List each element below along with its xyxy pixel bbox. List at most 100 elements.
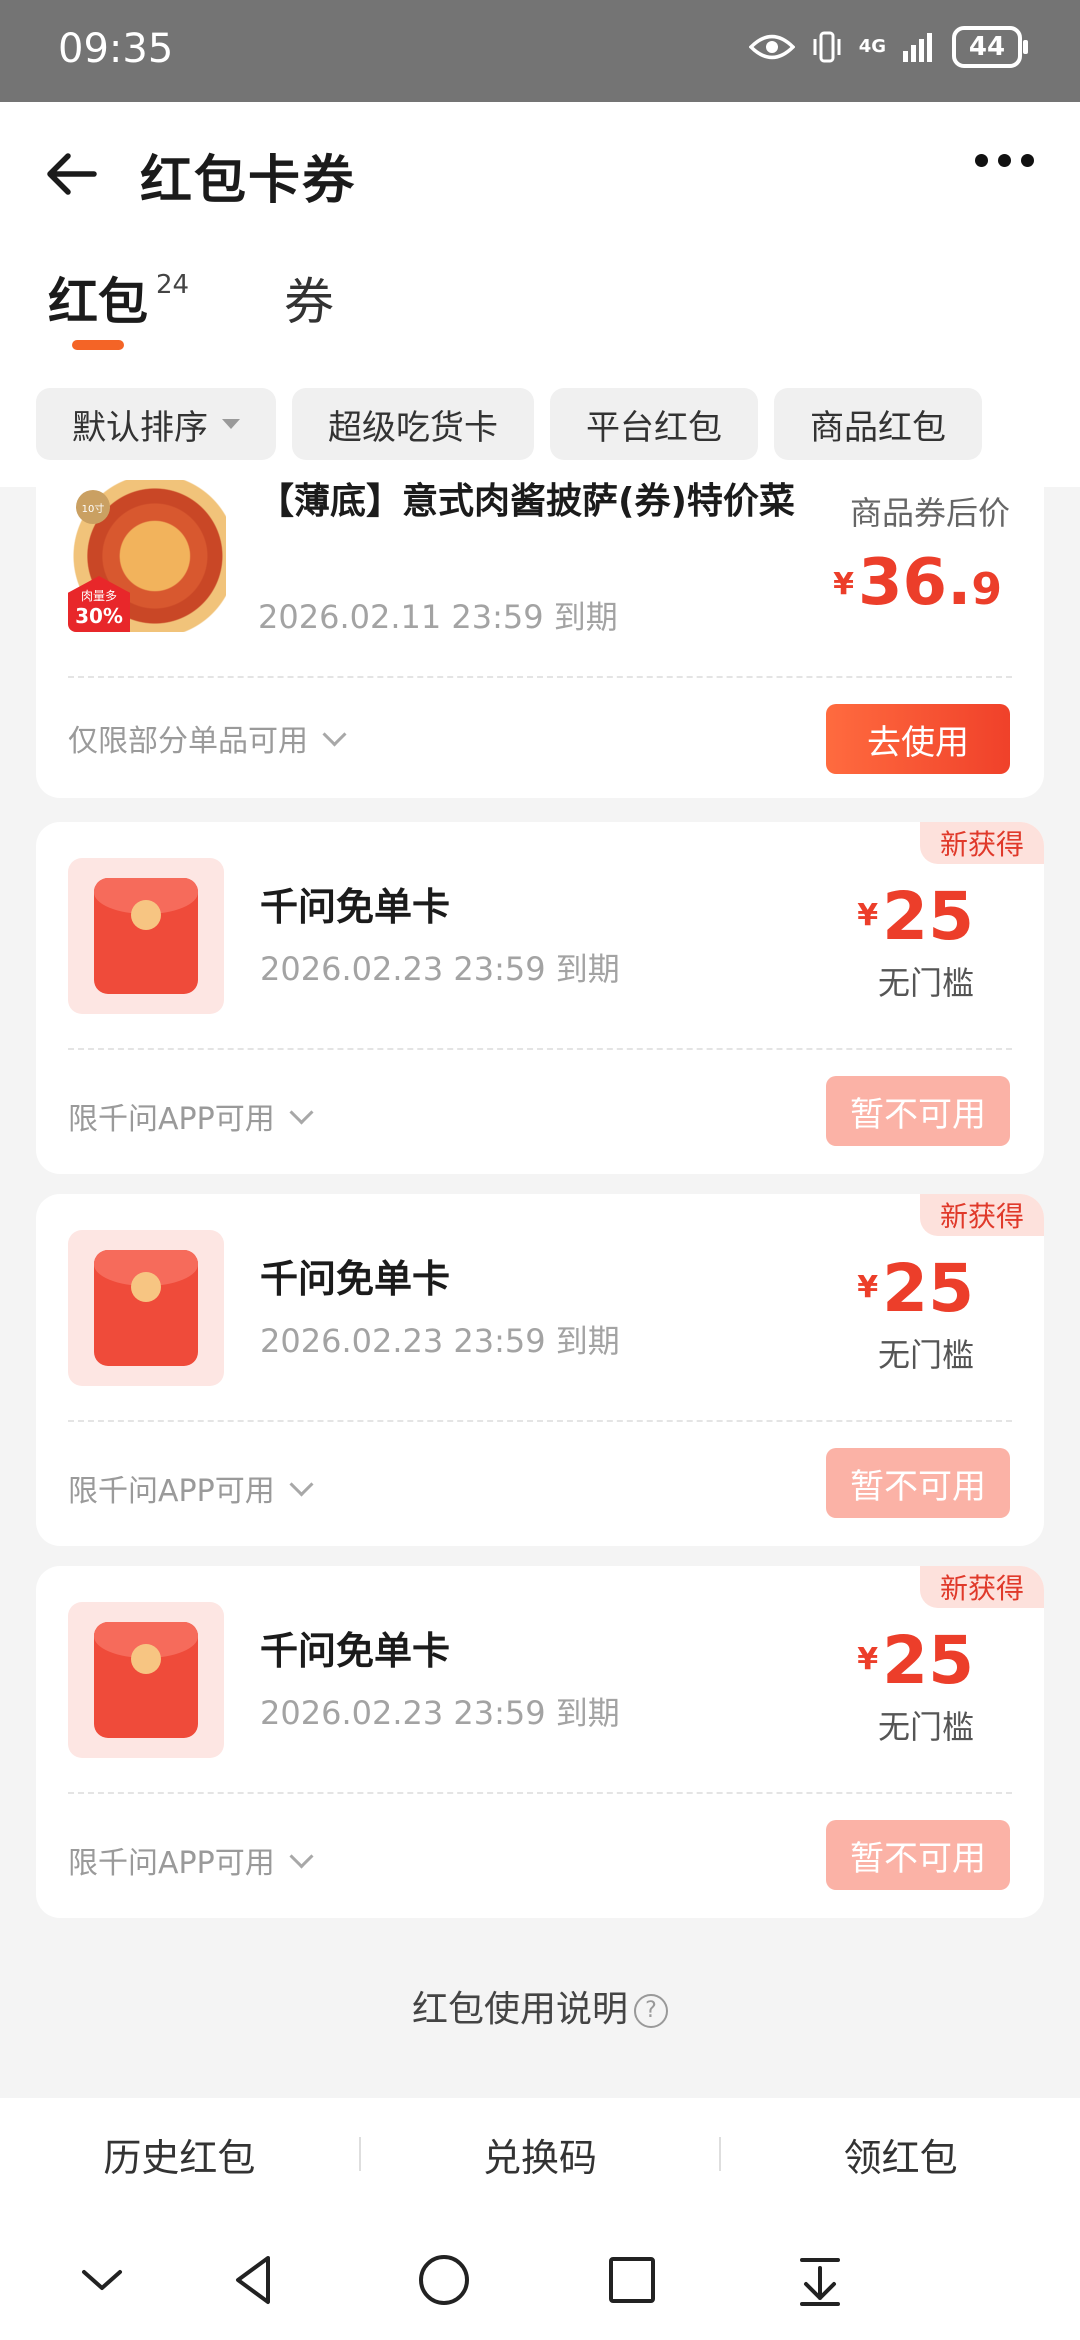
price-decimal: 9: [971, 564, 1002, 615]
currency-symbol: ¥: [833, 567, 854, 602]
chip-label: 商品红包: [810, 407, 946, 448]
network-type: 4G: [858, 36, 886, 57]
red-envelope-icon: [68, 1230, 224, 1386]
new-badge: 新获得: [920, 1194, 1044, 1236]
currency-symbol: ¥: [857, 898, 879, 933]
filter-chips: 默认排序 超级吃货卡 平台红包 商品红包: [36, 388, 982, 460]
amount-value: 25: [882, 878, 974, 955]
divider: [68, 1792, 1012, 1794]
claim-red-packet-button[interactable]: 领红包: [721, 2127, 1080, 2182]
scope-toggle[interactable]: 限千问APP可用: [68, 1466, 314, 1510]
red-envelope-icon: [68, 1602, 224, 1758]
signal-icon: [903, 33, 932, 62]
red-packet-help-link[interactable]: 红包使用说明?: [0, 1980, 1080, 2032]
chevron-down-icon: [289, 1471, 314, 1497]
unavailable-button[interactable]: 暂不可用: [826, 1076, 1010, 1146]
status-icons: 4G 44: [748, 26, 1028, 68]
pizza-thumbnail: 10寸 肉量多 30%: [68, 480, 226, 632]
scope-text: 仅限部分单品可用: [68, 724, 308, 759]
chevron-down-icon: [322, 721, 347, 747]
back-arrow-icon[interactable]: [42, 142, 106, 206]
coupon-title: 【薄底】意式肉酱披萨(券)特价菜: [258, 481, 795, 522]
redeem-code-button[interactable]: 兑换码: [361, 2127, 720, 2182]
meat-tag-percent: 30%: [75, 604, 123, 628]
currency-symbol: ¥: [857, 1270, 879, 1305]
price-integer: 36.: [858, 546, 972, 620]
scope-toggle[interactable]: 仅限部分单品可用: [68, 716, 347, 760]
new-badge: 新获得: [920, 822, 1044, 864]
card-amount: ¥25: [857, 1250, 974, 1327]
divider: [68, 1048, 1012, 1050]
chip-label: 平台红包: [586, 407, 722, 448]
status-bar: 09:35 4G 44: [0, 0, 1080, 102]
divider: [68, 1420, 1012, 1422]
scope-toggle[interactable]: 限千问APP可用: [68, 1838, 314, 1882]
use-button[interactable]: 去使用: [826, 704, 1010, 774]
card-amount: ¥25: [857, 1622, 974, 1699]
battery-icon: 44: [952, 26, 1028, 68]
size-badge: 10寸: [76, 490, 110, 524]
tab-hongbao-count: 24: [156, 270, 190, 300]
price-label: 商品券后价: [849, 494, 1010, 532]
card-amount: ¥25: [857, 878, 974, 955]
scope-text: 限千问APP可用: [68, 1102, 275, 1137]
scope-toggle[interactable]: 限千问APP可用: [68, 1094, 314, 1138]
filter-platform-red-packet[interactable]: 平台红包: [550, 388, 758, 460]
question-icon: ?: [634, 1994, 668, 2028]
filter-super-foodie-card[interactable]: 超级吃货卡: [292, 388, 534, 460]
system-nav-bar: [0, 2210, 1080, 2340]
amount-value: 25: [882, 1250, 974, 1327]
amount-value: 25: [882, 1622, 974, 1699]
download-icon[interactable]: [790, 2250, 850, 2310]
recents-square-icon[interactable]: [602, 2250, 662, 2310]
active-tab-indicator: [72, 340, 124, 350]
card-expiry: 2026.02.23 23:59 到期: [260, 1322, 620, 1360]
chip-label: 默认排序: [72, 407, 208, 448]
meat-tag-text: 肉量多: [80, 589, 117, 603]
card-name: 千问免单卡: [260, 1257, 451, 1301]
home-circle-icon[interactable]: [414, 2250, 474, 2310]
chevron-down-icon: [289, 1099, 314, 1125]
chevron-down-icon[interactable]: [72, 2250, 132, 2310]
unavailable-button[interactable]: 暂不可用: [826, 1448, 1010, 1518]
card-threshold: 无门槛: [877, 1336, 974, 1374]
red-packet-card[interactable]: 新获得 千问免单卡 2026.02.23 23:59 到期 ¥25 无门槛 限千…: [36, 1566, 1044, 1918]
red-envelope-icon: [68, 858, 224, 1014]
coupon-price: ¥36.9: [833, 546, 1002, 620]
page-header: 红包卡券 红包 24 券 默认排序 超级吃货卡 平台红包 商品红包: [0, 102, 1080, 487]
tab-quan[interactable]: 券: [284, 262, 334, 334]
vibrate-icon: [813, 31, 841, 63]
filter-sort-default[interactable]: 默认排序: [36, 388, 276, 460]
history-red-packets-button[interactable]: 历史红包: [0, 2127, 359, 2182]
bottom-action-bar: 历史红包 兑换码 领红包: [0, 2098, 1080, 2210]
tab-hongbao[interactable]: 红包: [48, 262, 148, 334]
chip-label: 超级吃货卡: [328, 407, 498, 448]
battery-level: 44: [968, 32, 1006, 62]
scope-text: 限千问APP可用: [68, 1846, 275, 1881]
more-options-icon[interactable]: [975, 154, 1034, 167]
card-expiry: 2026.02.23 23:59 到期: [260, 1694, 620, 1732]
scope-text: 限千问APP可用: [68, 1474, 275, 1509]
coupon-expiry: 2026.02.11 23:59 到期: [258, 598, 618, 636]
status-time: 09:35: [58, 26, 174, 72]
card-name: 千问免单卡: [260, 885, 451, 929]
filter-product-red-packet[interactable]: 商品红包: [774, 388, 982, 460]
meat-tag: 肉量多 30%: [68, 576, 130, 632]
card-threshold: 无门槛: [877, 964, 974, 1002]
help-text: 红包使用说明: [411, 1989, 628, 2030]
card-threshold: 无门槛: [877, 1708, 974, 1746]
card-name: 千问免单卡: [260, 1629, 451, 1673]
page-title: 红包卡券: [140, 151, 357, 211]
divider: [68, 676, 1012, 678]
red-packet-card[interactable]: 新获得 千问免单卡 2026.02.23 23:59 到期 ¥25 无门槛 限千…: [36, 822, 1044, 1174]
back-triangle-icon[interactable]: [226, 2250, 286, 2310]
coupon-card[interactable]: 10寸 肉量多 30% 【薄底】意式肉酱披萨(券)特价菜 2026.02.11 2…: [36, 480, 1044, 798]
red-packet-card[interactable]: 新获得 千问免单卡 2026.02.23 23:59 到期 ¥25 无门槛 限千…: [36, 1194, 1044, 1546]
chevron-down-icon: [289, 1843, 314, 1869]
currency-symbol: ¥: [857, 1642, 879, 1677]
unavailable-button[interactable]: 暂不可用: [826, 1820, 1010, 1890]
new-badge: 新获得: [920, 1566, 1044, 1608]
eye-icon: [748, 34, 795, 60]
card-expiry: 2026.02.23 23:59 到期: [260, 950, 620, 988]
caret-down-icon: [222, 419, 240, 429]
